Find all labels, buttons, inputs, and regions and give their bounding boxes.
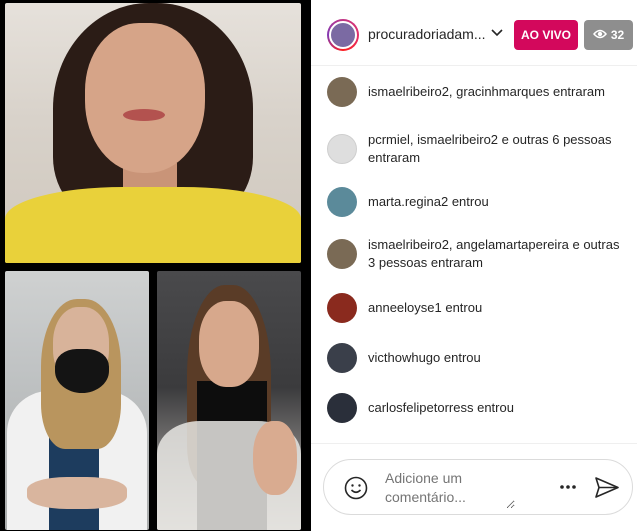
participant-face [199,301,259,387]
host-avatar[interactable] [327,19,359,51]
participant-shirt [5,187,301,263]
avatar[interactable] [327,293,357,323]
avatar[interactable] [327,77,357,107]
host-avatar-image [329,21,357,49]
participant-hands [27,477,127,509]
list-item: marta.regina2 entrou [327,187,627,217]
comment-text: ismaelribeiro2, gracinhmarques entraram [368,84,605,99]
more-dots-icon[interactable] [556,475,580,499]
list-item: ismaelribeiro2, gracinhmarques entraram [327,77,627,107]
comment-text: pcrmiel, ismaelribeiro2 e outras 6 pesso… [368,132,612,165]
avatar[interactable] [327,187,357,217]
avatar[interactable] [327,343,357,373]
comment-list: ismaelribeiro2, gracinhmarques entraram … [311,66,637,446]
comment-text: carlosfelipetorress entrou [368,400,514,415]
participant-face [85,23,205,173]
participant-mask [55,349,109,393]
comment-text: anneeloyse1 entrou [368,300,483,315]
avatar[interactable] [327,134,357,164]
video-tile-guest-1[interactable] [5,271,149,530]
eye-icon [592,28,607,43]
chevron-down-icon[interactable] [490,25,504,42]
video-tile-guest-2[interactable] [157,271,301,530]
comment-text: victhowhugo entrou [368,350,481,365]
host-username[interactable]: procuradoriadam... [368,26,486,42]
avatar[interactable] [327,239,357,269]
chat-header: procuradoriadam... AO VIVO 32 [311,0,637,66]
list-item: pcrmiel, ismaelribeiro2 e outras 6 pesso… [327,131,627,167]
viewer-count: 32 [610,28,625,42]
send-icon[interactable] [594,475,620,501]
video-grid [0,0,306,531]
smiley-icon[interactable] [344,476,368,500]
divider [311,443,637,444]
list-item: victhowhugo entrou [327,343,627,373]
participant-hand [253,421,297,495]
comment-text: marta.regina2 entrou [368,194,489,209]
list-item: anneeloyse1 entrou [327,293,627,323]
live-badge: AO VIVO [514,20,578,50]
participant-mouth [123,109,165,121]
video-tile-main[interactable] [5,3,301,263]
viewer-count-badge[interactable]: 32 [584,20,633,50]
chat-panel: procuradoriadam... AO VIVO 32 ismaelribe… [311,0,637,531]
comment-composer [323,459,633,515]
list-item: carlosfelipetorress entrou [327,393,627,423]
comment-text: ismaelribeiro2, angelamartapereira e out… [368,237,620,270]
avatar[interactable] [327,393,357,423]
list-item: ismaelribeiro2, angelamartapereira e out… [327,236,627,272]
comment-input[interactable] [385,469,515,509]
live-stream-window: procuradoriadam... AO VIVO 32 ismaelribe… [0,0,637,531]
